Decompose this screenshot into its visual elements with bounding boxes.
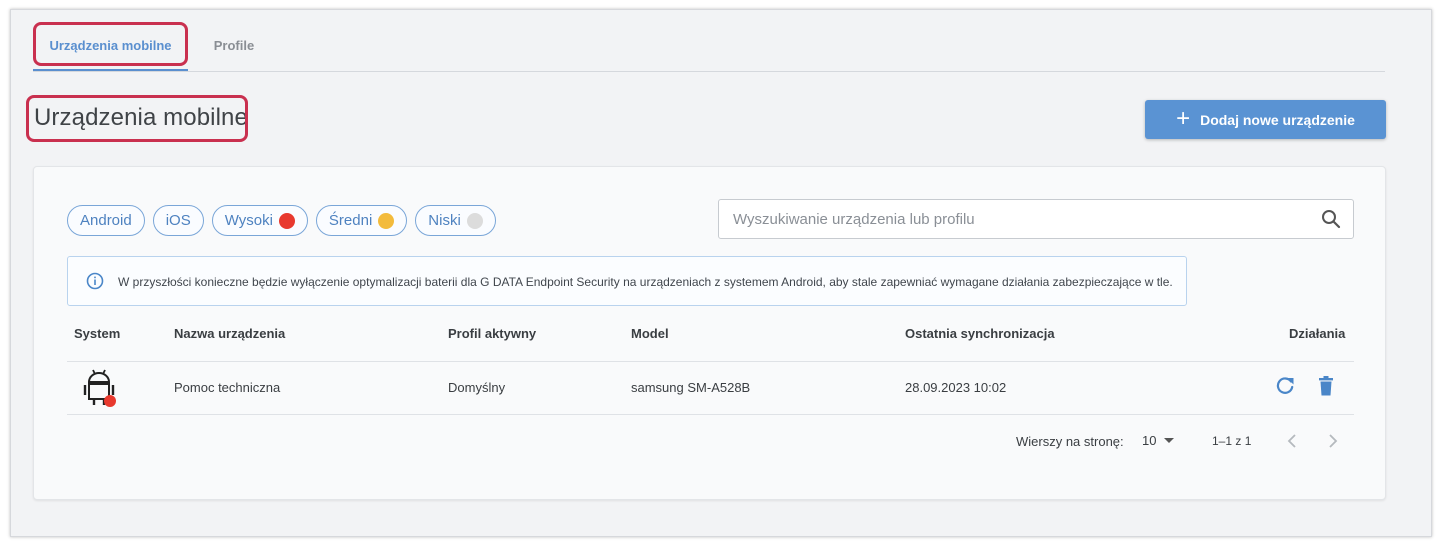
chip-label: Średni [328, 212, 373, 229]
row-divider [67, 414, 1354, 415]
filter-chip-ios[interactable]: iOS [152, 205, 204, 236]
filter-chip-medium[interactable]: Średni [315, 205, 408, 236]
medium-risk-dot-icon [378, 212, 395, 229]
header-divider [67, 361, 1354, 362]
high-risk-status-dot-icon [104, 395, 116, 407]
column-header-system[interactable]: System [74, 326, 120, 341]
search-input[interactable]: Wyszukiwanie urządzenia lub profilu [718, 199, 1354, 239]
filter-chip-android[interactable]: Android [67, 205, 145, 236]
low-risk-dot-icon [466, 212, 483, 229]
info-icon [86, 272, 104, 290]
rows-per-page-label: Wierszy na stronę: [1016, 434, 1124, 449]
tab-profiles[interactable]: Profile [213, 24, 255, 71]
column-header-profile[interactable]: Profil aktywny [448, 326, 536, 341]
column-header-name[interactable]: Nazwa urządzenia [174, 326, 285, 341]
chip-label: Niski [428, 212, 461, 229]
android-icon [83, 369, 116, 407]
add-device-button[interactable]: + Dodaj nowe urządzenie [1145, 100, 1386, 139]
chevron-down-icon [1164, 438, 1175, 443]
devices-card: Android iOS Wysoki Średni Niski Wyszukiw… [33, 166, 1386, 500]
delete-icon[interactable] [1315, 375, 1337, 397]
highlight-title-annotation [26, 95, 248, 142]
info-text: W przyszłości konieczne będzie wyłączeni… [118, 275, 1173, 289]
device-model: samsung SM-A528B [631, 380, 751, 395]
chip-label: Wysoki [224, 212, 273, 229]
device-sync: 28.09.2023 10:02 [905, 380, 1007, 395]
plus-icon: + [1176, 104, 1191, 132]
chip-label: Android [80, 212, 132, 229]
chip-label: iOS [165, 212, 191, 229]
chevron-left-icon[interactable] [1283, 431, 1303, 451]
filter-chip-high[interactable]: Wysoki [211, 205, 308, 236]
column-header-sync[interactable]: Ostatnia synchronizacja [905, 326, 1055, 341]
rows-per-page-value: 10 [1142, 433, 1157, 448]
filter-chips: Android iOS Wysoki Średni Niski [67, 205, 496, 236]
rows-per-page-select[interactable]: 10 [1142, 433, 1175, 448]
info-banner: W przyszłości konieczne będzie wyłączeni… [67, 256, 1187, 306]
column-header-model[interactable]: Model [631, 326, 669, 341]
search-icon[interactable] [1321, 209, 1341, 229]
app-frame: Urządzenia mobilne Profile Urządzenia mo… [10, 9, 1432, 537]
device-name[interactable]: Pomoc techniczna [174, 380, 280, 395]
add-device-label: Dodaj nowe urządzenie [1200, 111, 1355, 128]
device-profile: Domyślny [448, 380, 506, 395]
filter-chip-low[interactable]: Niski [415, 205, 496, 236]
search-placeholder: Wyszukiwanie urządzenia lub profilu [733, 211, 975, 228]
chevron-right-icon[interactable] [1322, 431, 1342, 451]
highlight-tab-annotation [33, 22, 188, 66]
refresh-icon[interactable] [1274, 375, 1296, 397]
pagination-range: 1–1 z 1 [1212, 434, 1252, 448]
column-header-actions: Działania [1289, 326, 1346, 341]
high-risk-dot-icon [278, 212, 295, 229]
tab-bar: Urządzenia mobilne Profile [33, 24, 1385, 72]
